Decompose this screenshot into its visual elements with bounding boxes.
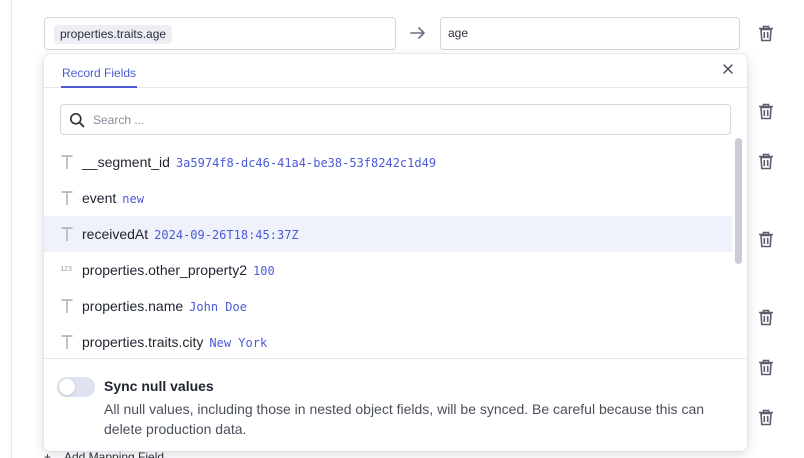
arrow-right-icon — [410, 27, 425, 39]
add-mapping-field-button[interactable]: + Add Mapping Field — [44, 450, 244, 458]
field-name: receivedAt — [82, 226, 149, 242]
field-value: John Doe — [189, 300, 247, 314]
field-name: properties.name — [82, 298, 184, 314]
text-type-icon — [61, 191, 73, 205]
number-type-icon: 123 — [60, 265, 72, 273]
trash-icon[interactable] — [758, 25, 774, 42]
field-value: 100 — [253, 264, 275, 278]
toggle-knob — [59, 379, 75, 395]
text-type-icon — [61, 227, 73, 241]
field-name: properties.other_property2 — [82, 262, 247, 278]
field-list: __segment_id 3a5974f8-dc46-41a4-be38-53f8… — [44, 144, 747, 359]
field-value: new — [122, 192, 144, 206]
plus-icon: + — [44, 450, 52, 458]
field-value: New York — [209, 336, 268, 350]
text-type-icon — [61, 299, 73, 313]
field-name: __segment_id — [82, 154, 170, 170]
search-box — [60, 104, 731, 135]
search-icon — [70, 113, 85, 128]
source-field-chip[interactable]: properties.traits.age — [54, 25, 173, 44]
sync-null-title: Sync null values — [104, 378, 214, 394]
trash-icon[interactable] — [758, 359, 774, 376]
list-item[interactable]: 123 properties.other_property2 100 — [44, 252, 732, 288]
list-item[interactable]: receivedAt 2024-09-26T18:45:37Z — [44, 216, 732, 252]
list-item[interactable]: properties.traits.city New York — [44, 324, 732, 359]
tab-bar: Record Fields — [44, 54, 747, 88]
trash-icon[interactable] — [758, 103, 774, 120]
tab-record-fields[interactable]: Record Fields — [61, 54, 138, 88]
target-field-input[interactable]: age — [440, 17, 740, 50]
close-icon[interactable] — [721, 62, 735, 76]
field-picker-popover: Record Fields __segment_id 3a5974f8-dc46-… — [44, 54, 747, 451]
text-type-icon — [61, 335, 73, 349]
text-type-icon — [61, 155, 73, 169]
sync-null-toggle[interactable] — [57, 377, 95, 397]
scrollbar-thumb[interactable] — [735, 138, 742, 264]
list-item[interactable]: event new — [44, 180, 732, 216]
trash-icon[interactable] — [758, 153, 774, 170]
sync-null-description: All null values, including those in nest… — [104, 401, 705, 437]
field-value: 3a5974f8-dc46-41a4-be38-53f8242c1d49 — [175, 156, 437, 170]
field-name: properties.traits.city — [82, 334, 204, 350]
list-item[interactable]: properties.name John Doe — [44, 288, 732, 324]
add-mapping-field-label: Add Mapping Field — [64, 450, 165, 458]
field-value: 2024-09-26T18:45:37Z — [154, 228, 299, 242]
source-field-input[interactable]: properties.traits.age — [44, 17, 396, 50]
trash-icon[interactable] — [758, 231, 774, 248]
search-input[interactable] — [93, 105, 713, 134]
scrollbar[interactable] — [734, 138, 743, 359]
field-name: event — [82, 190, 117, 206]
list-item[interactable]: __segment_id 3a5974f8-dc46-41a4-be38-53f8… — [44, 144, 732, 180]
sync-null-section: Sync null values All null values, includ… — [44, 358, 747, 451]
trash-icon[interactable] — [758, 309, 774, 326]
trash-icon[interactable] — [758, 409, 774, 426]
left-divider — [11, 0, 12, 458]
